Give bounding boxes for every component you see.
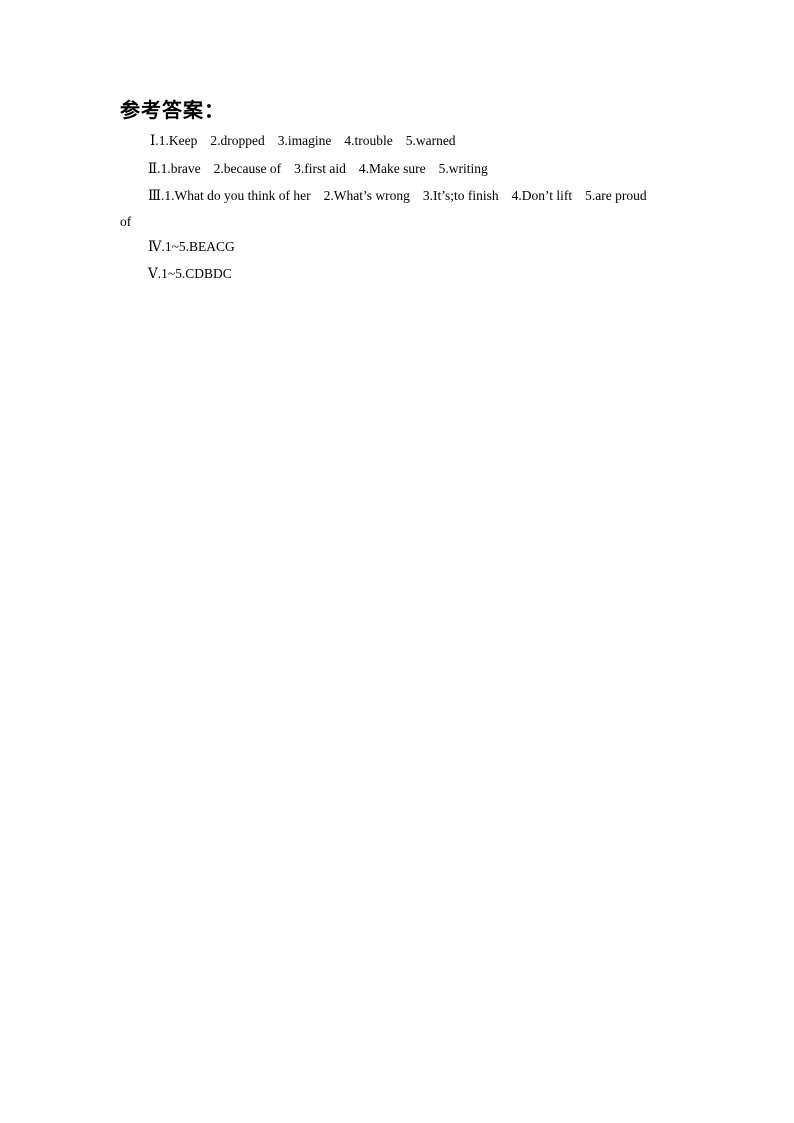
answer-section-3-continuation: of <box>120 214 132 229</box>
answer-item: 1~5.CDBDC <box>161 266 232 281</box>
answer-item: 5.writing <box>438 161 488 176</box>
answer-section-2: Ⅱ.1.brave 2.because of 3.first aid 4.Make s… <box>148 161 488 177</box>
answer-item: 3.imagine <box>277 133 332 148</box>
section-numeral: Ⅲ. <box>148 188 165 203</box>
answer-item: 1~5.BEACG <box>164 239 235 254</box>
answer-key-heading: 参考答案： <box>120 98 225 122</box>
section-numeral: Ⅱ. <box>148 161 161 176</box>
answer-section-5: Ⅴ.1~5.CDBDC <box>148 266 232 282</box>
answer-item: 4.trouble <box>344 133 393 148</box>
section-numeral: Ⅳ. <box>148 239 165 254</box>
answer-item: 4.Don’t lift <box>511 188 573 203</box>
section-numeral: Ⅰ. <box>150 133 159 148</box>
answer-item: 2.What’s wrong <box>323 188 410 203</box>
answer-item: 4.Make sure <box>358 161 426 176</box>
answer-item: 1.What do you think of her <box>164 188 311 203</box>
answer-item: 1.Keep <box>158 133 198 148</box>
document-page: 参考答案： Ⅰ.1.Keep 2.dropped 3.imagine 4.troubl… <box>0 0 794 1123</box>
answer-item: 1.brave <box>160 161 201 176</box>
answer-item: 5.warned <box>405 133 456 148</box>
section-numeral: Ⅴ. <box>148 266 162 281</box>
answer-item: 3.first aid <box>294 161 346 176</box>
answer-section-1: Ⅰ.1.Keep 2.dropped 3.imagine 4.trouble 5.war… <box>150 133 456 149</box>
answer-item: 3.It’s;to finish <box>422 188 499 203</box>
answer-item: 5.are proud <box>585 188 647 203</box>
answer-section-4: Ⅳ.1~5.BEACG <box>148 239 235 255</box>
answer-section-3: Ⅲ.1.What do you think of her 2.What’s wro… <box>148 188 647 204</box>
answer-item: 2.because of <box>213 161 282 176</box>
answer-item: 2.dropped <box>210 133 265 148</box>
